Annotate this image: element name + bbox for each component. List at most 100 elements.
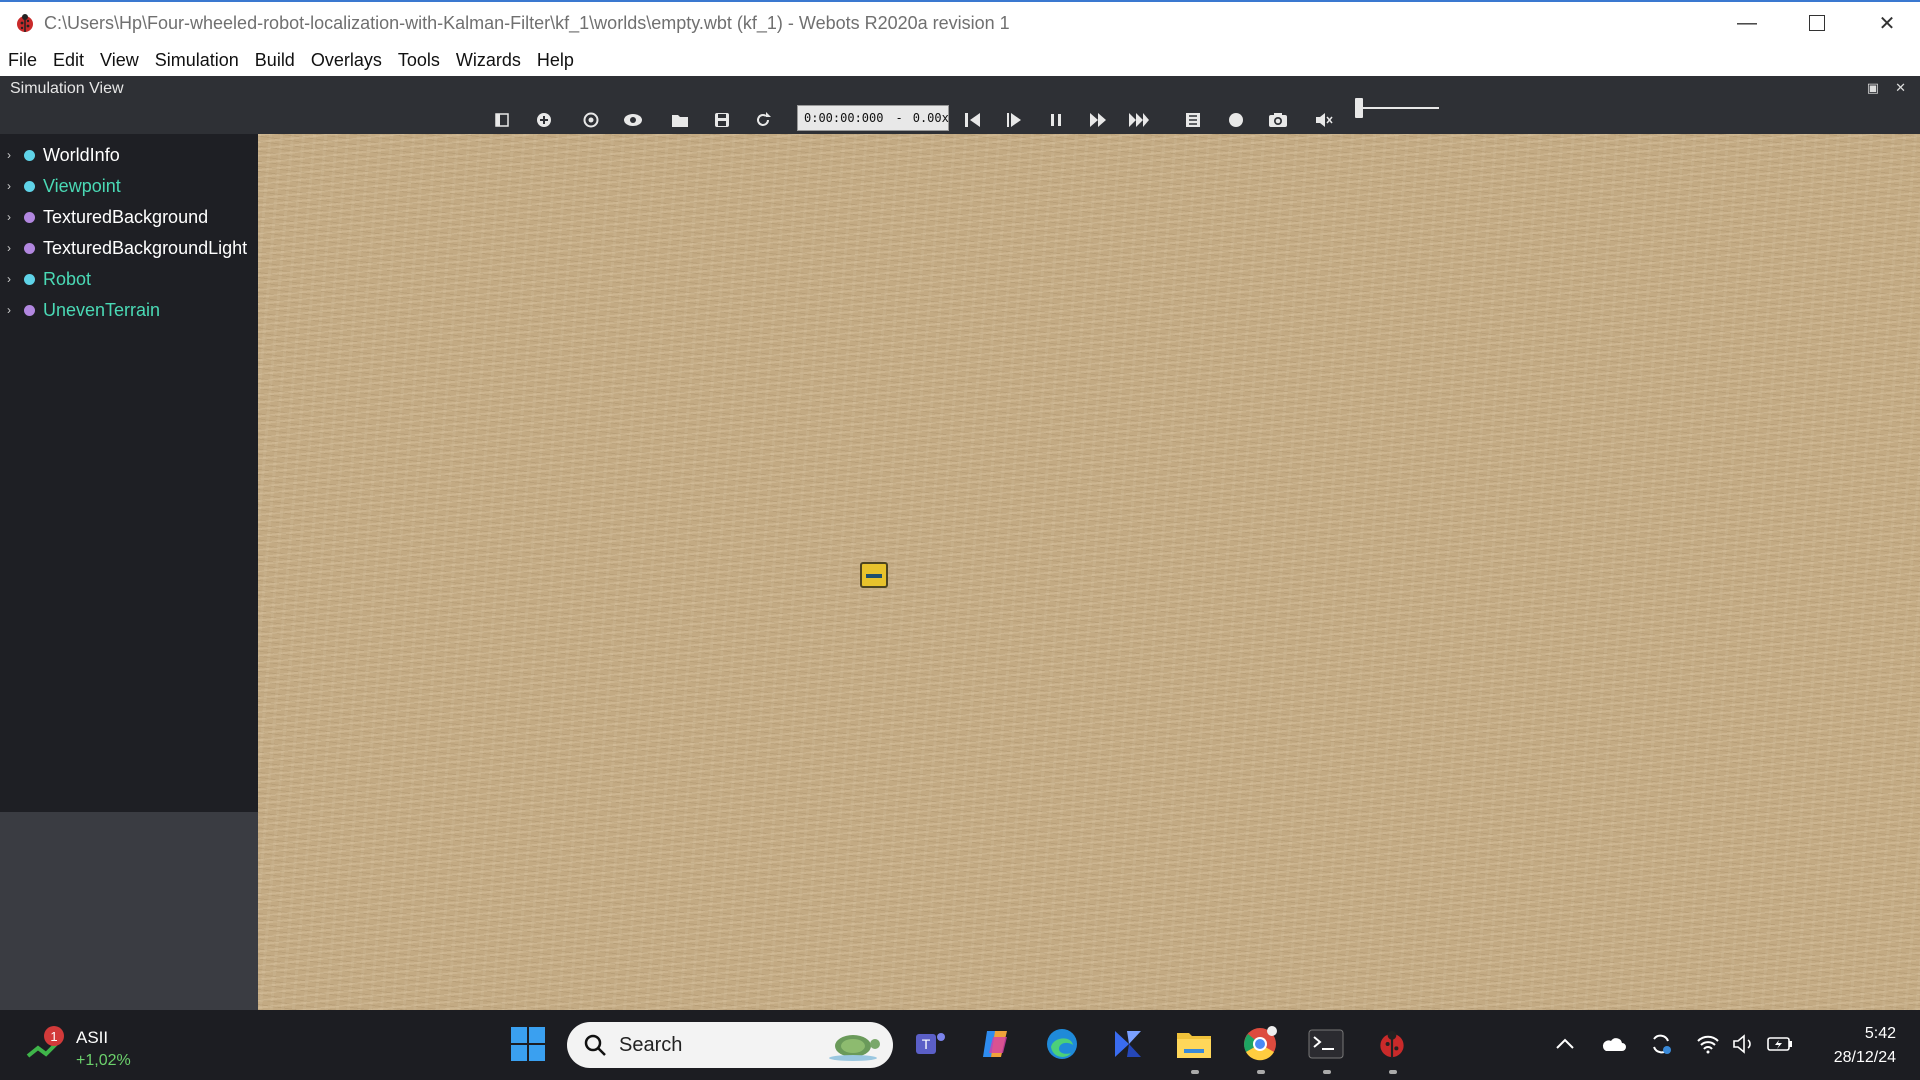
clock-date: 28/12/24 — [1833, 1049, 1896, 1066]
tree-node-viewpoint[interactable]: › Viewpoint — [0, 172, 121, 200]
menu-simulation[interactable]: Simulation — [147, 44, 247, 76]
close-icon: ✕ — [1878, 12, 1896, 35]
running-indicator — [1389, 1070, 1397, 1074]
menu-overlays[interactable]: Overlays — [303, 44, 390, 76]
node-dot-icon — [24, 273, 35, 285]
3d-viewport[interactable] — [258, 134, 1920, 1010]
file-explorer-icon[interactable] — [1172, 1022, 1216, 1066]
menu-wizards[interactable]: Wizards — [448, 44, 529, 76]
battery-icon[interactable] — [1766, 1030, 1794, 1058]
stock-widget[interactable]: 1 ASII +1,02% — [26, 1020, 146, 1070]
record-video-icon[interactable] — [1180, 107, 1206, 133]
tree-node-label: TexturedBackground — [43, 206, 209, 227]
window-title: C:\Users\Hp\Four-wheeled-robot-localizat… — [44, 12, 1010, 33]
node-dot-icon — [24, 304, 35, 316]
maximize-icon — [1809, 15, 1825, 31]
record-animation-icon[interactable] — [1223, 107, 1249, 133]
chrome-icon[interactable] — [1238, 1022, 1282, 1066]
close-panel-icon[interactable]: ✕ — [1895, 80, 1906, 96]
hide-scene-tree-icon[interactable] — [489, 107, 515, 133]
sync-icon[interactable] — [1647, 1030, 1675, 1058]
menu-view[interactable]: View — [92, 44, 147, 76]
node-dot-icon — [24, 180, 35, 192]
volume-icon[interactable] — [1730, 1030, 1758, 1058]
step-icon[interactable] — [1001, 107, 1027, 133]
svg-text:T: T — [922, 1036, 931, 1052]
open-world-icon[interactable] — [667, 107, 693, 133]
terminal-icon[interactable] — [1304, 1022, 1348, 1066]
running-indicator — [1191, 1070, 1199, 1074]
tree-node-label: WorldInfo — [43, 144, 120, 165]
taskbar: 1 ASII +1,02% Search T 5:42 28/12/24 — [0, 1010, 1920, 1080]
clock[interactable]: 5:42 28/12/24 — [1834, 1022, 1896, 1070]
title-bar: C:\Users\Hp\Four-wheeled-robot-localizat… — [0, 0, 1920, 44]
windows-start-icon[interactable] — [506, 1022, 550, 1066]
stock-name: ASII — [76, 1028, 109, 1047]
simulation-time: 0:00:00:000 — [804, 111, 884, 125]
teams-icon[interactable]: T — [908, 1022, 952, 1066]
volume-track — [1355, 107, 1439, 109]
chevron-right-icon[interactable]: › — [7, 303, 19, 317]
tree-node-label: UnevenTerrain — [43, 299, 161, 320]
screenshot-icon[interactable] — [1265, 107, 1291, 133]
tree-node-label: TexturedBackgroundLight — [43, 237, 248, 258]
simulation-speed: 0.00x — [912, 111, 949, 125]
maximize-button[interactable] — [1782, 2, 1852, 44]
float-panel-icon[interactable]: ▣ — [1867, 80, 1879, 96]
tree-node-uneventerrain[interactable]: › UnevenTerrain — [0, 296, 160, 324]
view-icon[interactable] — [620, 107, 646, 133]
taskbar-search[interactable]: Search — [567, 1022, 893, 1068]
time-separator: - — [895, 111, 903, 125]
menu-file[interactable]: File — [0, 44, 45, 76]
add-node-icon[interactable] — [531, 107, 557, 133]
menu-edit[interactable]: Edit — [45, 44, 92, 76]
volume-slider[interactable] — [1355, 98, 1439, 118]
chevron-right-icon[interactable]: › — [7, 148, 19, 162]
notification-badge: 1 — [44, 1026, 64, 1046]
field-editor-panel — [0, 812, 258, 1010]
pause-icon[interactable] — [1043, 107, 1069, 133]
power-automate-icon[interactable] — [1106, 1022, 1150, 1066]
node-dot-icon — [24, 149, 35, 161]
save-world-icon[interactable] — [709, 107, 735, 133]
menu-build[interactable]: Build — [247, 44, 303, 76]
running-indicator — [1323, 1070, 1331, 1074]
webots-icon[interactable] — [1370, 1022, 1414, 1066]
run-icon[interactable] — [1085, 107, 1111, 133]
reload-world-icon[interactable] — [750, 107, 776, 133]
minimize-button[interactable]: — — [1712, 2, 1782, 44]
simulation-view-label: Simulation View — [10, 80, 124, 97]
tree-node-worldinfo[interactable]: › WorldInfo — [0, 141, 120, 169]
tree-node-texturedbackgroundlight[interactable]: › TexturedBackgroundLight — [0, 234, 247, 262]
menu-tools[interactable]: Tools — [390, 44, 448, 76]
close-button[interactable]: ✕ — [1852, 2, 1920, 44]
mute-icon[interactable] — [1311, 107, 1337, 133]
tree-node-robot[interactable]: › Robot — [0, 265, 91, 293]
search-icon — [584, 1034, 606, 1056]
tree-node-label: Robot — [43, 268, 92, 289]
chevron-right-icon[interactable]: › — [7, 272, 19, 286]
scene-tree: › WorldInfo › Viewpoint › TexturedBackgr… — [0, 134, 258, 812]
copilot-icon[interactable] — [974, 1022, 1018, 1066]
clock-time: 5:42 — [1864, 1025, 1896, 1042]
menu-bar: File Edit View Simulation Build Overlays… — [0, 44, 1920, 76]
menu-help[interactable]: Help — [529, 44, 582, 76]
chevron-right-icon[interactable]: › — [7, 241, 19, 255]
fast-icon[interactable] — [1126, 107, 1152, 133]
stock-change: +1,02% — [76, 1052, 131, 1069]
chevron-right-icon[interactable]: › — [7, 210, 19, 224]
running-indicator — [1257, 1070, 1265, 1074]
tree-node-texturedbackground[interactable]: › TexturedBackground — [0, 203, 208, 231]
wifi-icon[interactable] — [1694, 1030, 1722, 1058]
node-dot-icon — [24, 211, 35, 223]
robot-object[interactable] — [860, 562, 888, 588]
chevron-up-icon[interactable] — [1551, 1030, 1579, 1058]
chevron-right-icon[interactable]: › — [7, 179, 19, 193]
edge-icon[interactable] — [1040, 1022, 1084, 1066]
onedrive-icon[interactable] — [1599, 1030, 1627, 1058]
reset-icon[interactable] — [960, 107, 986, 133]
restore-viewpoint-icon[interactable] — [578, 107, 604, 133]
volume-handle[interactable] — [1355, 98, 1363, 118]
simulation-time-display: 0:00:00:000 - 0.00x — [797, 105, 949, 131]
robot-sensor-stripe — [866, 574, 882, 578]
